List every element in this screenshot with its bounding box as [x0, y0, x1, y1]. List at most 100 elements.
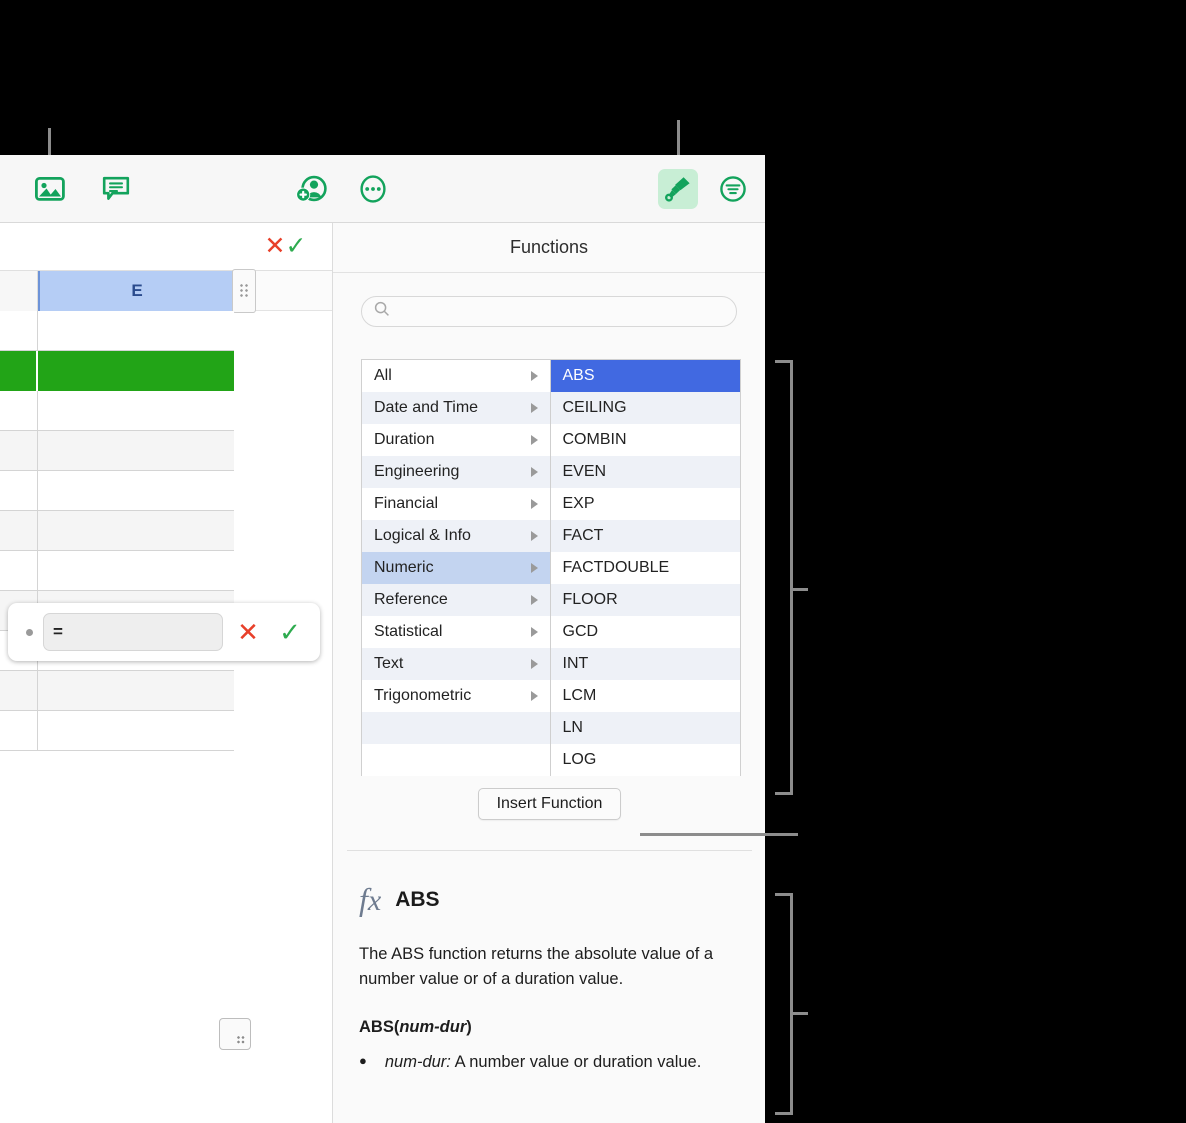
function-label: CEILING: [562, 399, 627, 416]
chevron-right-icon: [530, 435, 538, 445]
formula-accept-icon[interactable]: ✓: [273, 615, 307, 649]
row-header[interactable]: [0, 671, 38, 710]
row-header[interactable]: [0, 311, 38, 350]
function-item[interactable]: FLOOR: [550, 584, 740, 616]
category-item[interactable]: Date and Time: [362, 392, 550, 424]
description-header: fx ABS: [359, 883, 749, 916]
function-item[interactable]: ABS: [550, 360, 740, 392]
chevron-right-icon: [530, 563, 538, 573]
category-label: Logical & Info: [374, 527, 471, 544]
more-button[interactable]: [353, 169, 393, 209]
category-item[interactable]: Trigonometric: [362, 680, 550, 712]
category-item[interactable]: Engineering: [362, 456, 550, 488]
formula-input[interactable]: =: [43, 613, 223, 651]
function-label: FLOOR: [562, 591, 618, 608]
table-row[interactable]: [0, 431, 234, 471]
chevron-right-icon: [530, 627, 538, 637]
category-item[interactable]: Reference: [362, 584, 550, 616]
table-row[interactable]: [0, 711, 234, 751]
signature-function: ABS: [359, 1017, 394, 1036]
corner-cell[interactable]: [0, 271, 38, 311]
argument-description: A number value or duration value.: [450, 1052, 702, 1071]
function-item[interactable]: FACTDOUBLE: [550, 552, 740, 584]
column-header-e[interactable]: E: [38, 271, 234, 311]
organize-button[interactable]: [713, 169, 753, 209]
row-header[interactable]: [0, 431, 38, 470]
category-item[interactable]: Text: [362, 648, 550, 680]
function-label: LCM: [562, 687, 597, 704]
formula-cancel-icon[interactable]: ✕: [231, 615, 265, 649]
insert-function-row: Insert Function: [333, 788, 765, 820]
category-item[interactable]: Logical & Info: [362, 520, 550, 552]
table-row[interactable]: [0, 671, 234, 711]
function-item[interactable]: LCM: [550, 680, 740, 712]
sheet-edit-strip: ✕ ✓: [0, 223, 332, 271]
function-item[interactable]: CEILING: [550, 392, 740, 424]
insert-function-button[interactable]: Insert Function: [477, 788, 622, 820]
function-item[interactable]: EVEN: [550, 456, 740, 488]
function-label: FACTDOUBLE: [562, 559, 670, 576]
chevron-right-icon: [530, 467, 538, 477]
table-row[interactable]: [0, 471, 234, 511]
panel-divider: [347, 850, 752, 851]
column-grip-handle[interactable]: [232, 269, 256, 313]
table-row[interactable]: [0, 391, 234, 431]
search-box[interactable]: [361, 296, 737, 327]
accept-edit-icon[interactable]: ✓: [281, 231, 311, 261]
function-label: LOG: [562, 751, 597, 768]
row-header[interactable]: [0, 471, 38, 510]
table-row[interactable]: [0, 511, 234, 551]
row-header[interactable]: [0, 551, 38, 590]
callout-stem-description: [792, 1012, 808, 1015]
row-header[interactable]: [0, 351, 38, 391]
spreadsheet-area[interactable]: ✕ ✓ E = ✕ ✓: [0, 223, 332, 1123]
function-item[interactable]: LN: [550, 712, 740, 744]
function-item[interactable]: INT: [550, 648, 740, 680]
argument-name: num-dur:: [384, 1052, 451, 1071]
format-button[interactable]: [658, 169, 698, 209]
sheet-grid[interactable]: [0, 311, 332, 1031]
bullet-icon: ●: [359, 1052, 367, 1068]
table-row[interactable]: [0, 551, 234, 591]
category-item[interactable]: Statistical: [362, 616, 550, 648]
media-button[interactable]: [30, 169, 70, 209]
table-row[interactable]: [0, 311, 234, 351]
category-item[interactable]: Duration: [362, 424, 550, 456]
function-list[interactable]: ABS CEILING COMBIN EVEN EXP FACT FACTDOUBLE FLO…: [550, 360, 740, 776]
category-item[interactable]: All: [362, 360, 550, 392]
formula-status-dot: [26, 628, 33, 636]
chevron-right-icon: [530, 691, 538, 701]
row-header[interactable]: [0, 511, 38, 550]
category-item-empty: [362, 712, 550, 744]
resize-dots-icon: [237, 1036, 245, 1044]
formula-editor-popover[interactable]: = ✕ ✓: [8, 603, 320, 661]
comment-button[interactable]: [96, 169, 136, 209]
function-label: GCD: [562, 623, 599, 640]
function-label: LN: [562, 719, 583, 736]
function-label: EXP: [562, 495, 595, 512]
function-item[interactable]: FACT: [550, 520, 740, 552]
table-row-highlighted[interactable]: [0, 351, 234, 391]
row-header[interactable]: [0, 711, 38, 750]
row-header[interactable]: [0, 391, 38, 430]
function-description: fx ABS The ABS function returns the abso…: [359, 883, 749, 1074]
function-browser: All Date and Time Duration Engineering Finan…: [361, 359, 741, 776]
signature-argument: num-dur: [399, 1017, 467, 1036]
function-item[interactable]: LOG: [550, 744, 740, 776]
category-list[interactable]: All Date and Time Duration Engineering Finan…: [362, 360, 551, 776]
functions-panel: Functions All Date and Time Duration Engine…: [332, 223, 765, 1123]
function-label: INT: [562, 655, 589, 672]
callout-stem-function-browser: [792, 588, 808, 591]
category-item[interactable]: Numeric: [362, 552, 550, 584]
column-header-row: E: [0, 269, 332, 313]
table-resize-handle[interactable]: [219, 1018, 251, 1050]
function-item[interactable]: GCD: [550, 616, 740, 648]
function-item[interactable]: COMBIN: [550, 424, 740, 456]
collaborate-button[interactable]: [291, 169, 331, 209]
fx-icon: fx: [359, 881, 382, 917]
function-item[interactable]: EXP: [550, 488, 740, 520]
description-signature: ABS(num-dur): [359, 1017, 472, 1036]
category-label: Financial: [374, 495, 439, 512]
search-input[interactable]: [398, 303, 728, 320]
category-item[interactable]: Financial: [362, 488, 550, 520]
